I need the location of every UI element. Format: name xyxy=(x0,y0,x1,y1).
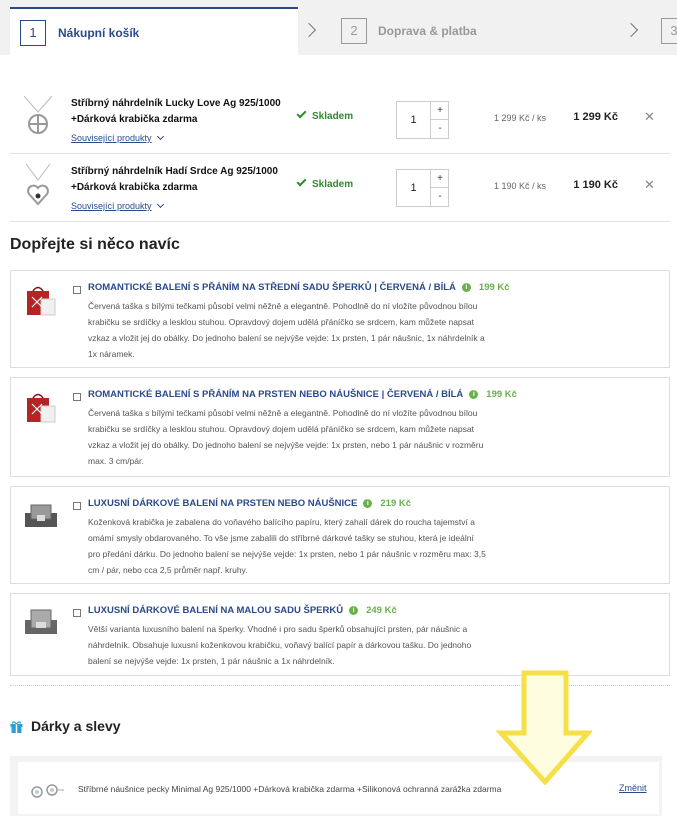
arrow-down-icon xyxy=(496,670,592,785)
info-icon[interactable]: i xyxy=(363,499,373,508)
heart-pendant-icon[interactable] xyxy=(20,162,56,212)
check-icon xyxy=(296,108,307,119)
step-cart[interactable]: 1 Nákupní košík xyxy=(10,7,298,55)
extra-title[interactable]: LUXUSNÍ DÁRKOVÉ BALENÍ NA MALOU SADU ŠPE… xyxy=(88,605,343,616)
extra-header: ROMANTICKÉ BALENÍ S PŘÁNÍM NA PRSTEN NEB… xyxy=(88,387,517,403)
extra-price: 199 Kč xyxy=(478,282,510,293)
remove-item-button[interactable]: ✕ xyxy=(644,110,655,124)
extra-price: 199 Kč xyxy=(486,389,517,400)
extra-checkbox[interactable] xyxy=(73,393,81,401)
quantity-input[interactable]: 1 xyxy=(397,102,430,138)
info-icon[interactable]: i xyxy=(461,283,471,292)
extra-description: Červená taška s bílými tečkami působí ve… xyxy=(88,408,484,466)
extra-header: LUXUSNÍ DÁRKOVÉ BALENÍ NA PRSTEN NEBO NÁ… xyxy=(88,496,411,512)
unit-price: 1 190 Kč / ks xyxy=(493,181,546,191)
info-icon[interactable]: i xyxy=(469,390,479,399)
cart-item: Stříbrný náhrdelník Hadí Srdce Ag 925/10… xyxy=(10,154,670,222)
quantity-input[interactable]: 1 xyxy=(397,170,430,206)
extra-option: LUXUSNÍ DÁRKOVÉ BALENÍ NA PRSTEN NEBO NÁ… xyxy=(10,486,670,584)
extra-price: 249 Kč xyxy=(366,605,397,616)
checkout-steps: 1 Nákupní košík 2 Doprava & platba 3 xyxy=(0,0,677,55)
line-total: 1 299 Kč xyxy=(573,111,618,123)
product-name[interactable]: Stříbrný náhrdelník Hadí Srdce Ag 925/10… xyxy=(71,164,286,196)
step-number: 1 xyxy=(20,20,46,46)
extra-description: Větší varianta luxusního balení na šperk… xyxy=(88,624,472,666)
stud-earrings-icon xyxy=(31,784,64,798)
step-number[interactable]: 3 xyxy=(661,18,677,44)
stock-label: Skladem xyxy=(312,179,354,190)
chevron-right-icon xyxy=(301,22,317,38)
check-icon xyxy=(296,176,307,187)
extra-title[interactable]: ROMANTICKÉ BALENÍ S PŘÁNÍM NA STŘEDNÍ SA… xyxy=(88,282,456,293)
gift-bag-red-icon xyxy=(27,393,56,423)
extra-description: Koženková krabička je zabalena do voňavé… xyxy=(88,517,486,575)
extra-header: ROMANTICKÉ BALENÍ S PŘÁNÍM NA STŘEDNÍ SA… xyxy=(88,280,510,296)
extra-description: Červená taška s bílými tečkami působí ve… xyxy=(88,301,485,359)
related-products-link[interactable]: Související produkty xyxy=(71,200,164,211)
chevron-right-icon xyxy=(623,22,639,38)
gift-icon xyxy=(10,721,23,733)
gift-item-text: Stříbrné náušnice pecky Minimal Ag 925/1… xyxy=(78,784,502,794)
gifts-title: Dárky a slevy xyxy=(31,718,121,734)
step-shipping-label[interactable]: Doprava & platba xyxy=(378,24,477,38)
extra-title[interactable]: ROMANTICKÉ BALENÍ S PŘÁNÍM NA PRSTEN NEB… xyxy=(88,389,463,400)
qty-decrease-button[interactable]: - xyxy=(430,120,449,138)
extra-title[interactable]: LUXUSNÍ DÁRKOVÉ BALENÍ NA PRSTEN NEBO NÁ… xyxy=(88,498,357,509)
stock-label: Skladem xyxy=(312,111,354,122)
extra-option: ROMANTICKÉ BALENÍ S PŘÁNÍM NA STŘEDNÍ SA… xyxy=(10,270,670,368)
step-label: Nákupní košík xyxy=(58,26,140,40)
cart-item: Stříbrný náhrdelník Lucky Love Ag 925/10… xyxy=(10,86,670,154)
remove-item-button[interactable]: ✕ xyxy=(644,178,655,192)
gift-box-silver-icon xyxy=(25,609,57,634)
gift-bag-red-icon xyxy=(27,286,56,316)
extra-checkbox[interactable] xyxy=(73,609,81,617)
related-label: Související produkty xyxy=(71,133,152,143)
quantity-stepper: 1 + - xyxy=(396,101,449,139)
extra-header: LUXUSNÍ DÁRKOVÉ BALENÍ NA MALOU SADU ŠPE… xyxy=(88,603,397,619)
quantity-stepper: 1 + - xyxy=(396,169,449,207)
qty-increase-button[interactable]: + xyxy=(430,170,449,188)
related-products-link[interactable]: Související produkty xyxy=(71,132,164,143)
extra-option: LUXUSNÍ DÁRKOVÉ BALENÍ NA MALOU SADU ŠPE… xyxy=(10,593,670,676)
extra-checkbox[interactable] xyxy=(73,502,81,510)
chevron-down-icon xyxy=(156,200,164,209)
stock-status: Skladem xyxy=(296,108,354,122)
gift-box-silver-icon xyxy=(25,504,57,527)
related-label: Související produkty xyxy=(71,201,152,211)
extras-title: Dopřejte si něco navíc xyxy=(10,236,180,253)
product-name[interactable]: Stříbrný náhrdelník Lucky Love Ag 925/10… xyxy=(71,96,286,128)
info-icon[interactable]: i xyxy=(349,606,359,615)
chevron-down-icon xyxy=(156,132,164,141)
extra-checkbox[interactable] xyxy=(73,286,81,294)
extra-price: 219 Kč xyxy=(380,498,412,509)
clover-pendant-icon[interactable] xyxy=(20,94,56,144)
extra-option: ROMANTICKÉ BALENÍ S PŘÁNÍM NA PRSTEN NEB… xyxy=(10,377,670,477)
line-total: 1 190 Kč xyxy=(573,179,618,191)
stock-status: Skladem xyxy=(296,176,354,190)
step-number: 2 xyxy=(341,18,367,44)
qty-decrease-button[interactable]: - xyxy=(430,188,449,206)
change-gift-link[interactable]: Změnit xyxy=(619,783,647,793)
unit-price: 1 299 Kč / ks xyxy=(493,113,546,123)
qty-increase-button[interactable]: + xyxy=(430,102,449,120)
